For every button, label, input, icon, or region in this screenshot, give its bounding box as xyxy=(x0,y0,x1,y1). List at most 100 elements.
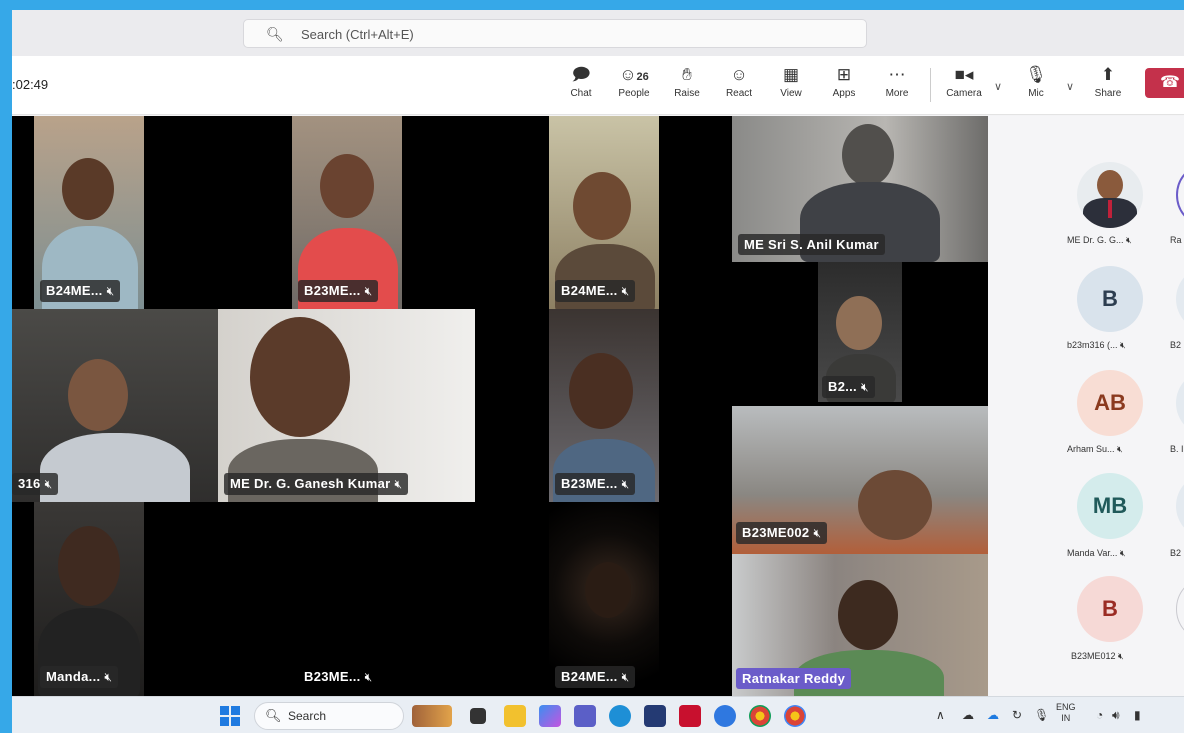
mic-options-chevron-icon[interactable]: ∨ xyxy=(1066,80,1074,93)
participant-name-tag: B24ME... 🔇︎ xyxy=(555,666,636,688)
apps-button[interactable]: ⊞ Apps xyxy=(822,64,866,99)
video-tile[interactable]: 316 🔇︎ xyxy=(12,309,218,502)
video-tile[interactable]: B2... 🔇︎ xyxy=(818,262,902,402)
video-tile[interactable]: ME Dr. G. Ganesh Kumar 🔇︎ xyxy=(218,309,475,502)
camera-icon: ■◂ xyxy=(954,65,974,84)
participant-name-tag: B23ME... 🔇︎ xyxy=(555,473,636,495)
edge-icon[interactable] xyxy=(609,705,631,727)
mic-button[interactable]: 🎙︎ Mic xyxy=(1014,64,1058,99)
cloud-icon[interactable]: ☁︎ xyxy=(962,708,974,722)
video-tile[interactable]: B23ME002 🔇︎ xyxy=(732,406,988,554)
file-explorer-icon[interactable] xyxy=(504,705,526,727)
participant-avatar[interactable] xyxy=(1176,576,1184,642)
grid-icon: ▦ xyxy=(782,65,800,84)
react-button[interactable]: ☺︎ React xyxy=(717,64,761,99)
video-tile[interactable]: B24ME... 🔇︎ xyxy=(549,502,659,696)
raise-hand-button[interactable]: ✋︎ Raise xyxy=(665,64,709,99)
participant-face xyxy=(838,580,898,650)
participant-name: Arham Su... 🔇︎ xyxy=(1067,444,1123,454)
task-view-icon[interactable] xyxy=(470,708,486,724)
teams-window: 🔍︎ Search (Ctrl+Alt+E) :02:49 🗩︎ Chat ☺︎… xyxy=(12,10,1184,733)
search-icon: 🔍︎ xyxy=(265,708,282,723)
battery-icon[interactable]: ▮ xyxy=(1134,708,1141,722)
hand-icon: ✋︎ xyxy=(682,65,692,84)
participant-avatar[interactable]: AB xyxy=(1077,370,1143,436)
taskbar-search-input[interactable]: 🔍︎ Search xyxy=(254,702,404,730)
smiley-icon: ☺︎ xyxy=(730,65,748,84)
participant-name-tag: Manda... 🔇︎ xyxy=(40,666,119,688)
leave-call-button[interactable]: ☎︎ xyxy=(1145,68,1184,98)
microphone-icon[interactable]: 🎙︎ xyxy=(1034,708,1049,722)
video-tile[interactable]: Ratnakar Reddy xyxy=(732,554,988,696)
video-tile[interactable]: ME Sri S. Anil Kumar xyxy=(732,116,988,262)
video-tile[interactable]: B23ME... 🔇︎ xyxy=(292,116,402,309)
mic-off-icon: 🔇︎ xyxy=(394,477,403,491)
mcafee-icon[interactable] xyxy=(679,705,701,727)
language-indicator[interactable]: ENG IN xyxy=(1056,702,1076,724)
copilot-icon[interactable] xyxy=(539,705,561,727)
video-tile[interactable]: Manda... 🔇︎ xyxy=(34,502,144,696)
mic-off-icon: 🔇︎ xyxy=(621,284,630,298)
wifi-icon[interactable]: ◔ xyxy=(1096,708,1103,722)
share-icon: ⬆︎ xyxy=(1100,65,1116,84)
participant-avatar[interactable]: MB xyxy=(1077,473,1143,539)
camera-options-chevron-icon[interactable]: ∨ xyxy=(994,80,1002,93)
participant-avatar[interactable] xyxy=(1176,162,1184,228)
participant-face xyxy=(320,154,374,218)
start-menu-icon[interactable] xyxy=(220,706,240,726)
participant-avatar[interactable] xyxy=(1176,370,1184,436)
participant-name-tag: B23ME... 🔇︎ xyxy=(298,280,379,302)
participant-face xyxy=(250,317,350,437)
mic-off-icon: 🔇︎ xyxy=(1119,548,1126,558)
participant-face xyxy=(585,562,631,618)
volume-icon[interactable]: 🔊︎ xyxy=(1112,708,1120,723)
mic-off-icon: 🔇︎ xyxy=(1120,340,1126,350)
participant-name-tag: B2... 🔇︎ xyxy=(822,376,875,398)
participant-name-tag: ME Dr. G. Ganesh Kumar 🔇︎ xyxy=(224,473,409,495)
chat-button[interactable]: 🗩︎ Chat xyxy=(559,64,603,99)
meeting-toolbar: :02:49 🗩︎ Chat ☺︎26 People ✋︎ Raise ☺︎ R… xyxy=(12,56,1184,115)
mic-off-icon: 🔇︎ xyxy=(621,670,630,684)
participant-name-tag: B23ME... 🔇︎ xyxy=(304,669,373,684)
search-icon: 🔍︎ xyxy=(266,26,284,42)
chrome-canary-icon[interactable] xyxy=(784,705,806,727)
more-button[interactable]: ⋯ More xyxy=(875,64,919,99)
onedrive-icon[interactable]: ☁︎ xyxy=(987,708,999,722)
participant-avatar[interactable]: B xyxy=(1077,266,1143,332)
view-button[interactable]: ▦ View xyxy=(769,64,813,99)
chrome-icon[interactable] xyxy=(749,705,771,727)
participant-face xyxy=(62,158,114,220)
participant-face xyxy=(58,526,120,606)
participant-avatar[interactable] xyxy=(1176,266,1184,332)
chat-icon: 🗩︎ xyxy=(571,65,591,84)
video-tile[interactable]: B24ME... 🔇︎ xyxy=(549,116,659,309)
video-tile[interactable]: B23ME... 🔇︎ xyxy=(549,309,659,502)
participant-name-tag: B24ME... 🔇︎ xyxy=(40,280,121,302)
participant-avatar-photo[interactable] xyxy=(1077,162,1143,228)
participant-name-tag: Ratnakar Reddy xyxy=(736,668,852,689)
participant-name-tag: ME Sri S. Anil Kumar xyxy=(738,234,885,255)
share-button[interactable]: ⬆︎ Share xyxy=(1086,64,1130,99)
participant-name: B2 xyxy=(1170,340,1182,350)
video-tile[interactable]: B23ME... 🔇︎ xyxy=(292,502,402,696)
people-icon: ☺︎26 xyxy=(619,65,649,84)
teams-icon[interactable] xyxy=(574,705,596,727)
toolbar-divider xyxy=(930,68,931,102)
participant-avatar[interactable]: B xyxy=(1077,576,1143,642)
todo-icon[interactable] xyxy=(714,705,736,727)
participant-avatar[interactable] xyxy=(1176,473,1184,539)
show-hidden-icons-chevron-icon[interactable]: ∧ xyxy=(936,708,945,722)
people-count: 26 xyxy=(636,71,649,83)
mic-off-icon: 🔇︎ xyxy=(364,670,373,684)
widgets-icon[interactable] xyxy=(412,705,452,727)
people-button[interactable]: ☺︎26 People xyxy=(612,64,656,99)
sync-icon[interactable]: ↻ xyxy=(1012,708,1022,722)
mic-off-icon: 🔇︎ xyxy=(1117,444,1123,454)
video-tile[interactable]: B24ME... 🔇︎ xyxy=(34,116,144,309)
video-stage: B24ME... 🔇︎ B23ME... 🔇︎ B24ME... 🔇︎ ME Sri … xyxy=(12,116,988,696)
mic-off-icon: 🔇︎ xyxy=(1126,235,1132,245)
store-icon[interactable] xyxy=(644,705,666,727)
microphone-icon: 🎙︎ xyxy=(1025,65,1047,84)
search-input[interactable]: 🔍︎ Search (Ctrl+Alt+E) xyxy=(243,19,867,48)
camera-button[interactable]: ■◂ Camera xyxy=(942,64,986,99)
